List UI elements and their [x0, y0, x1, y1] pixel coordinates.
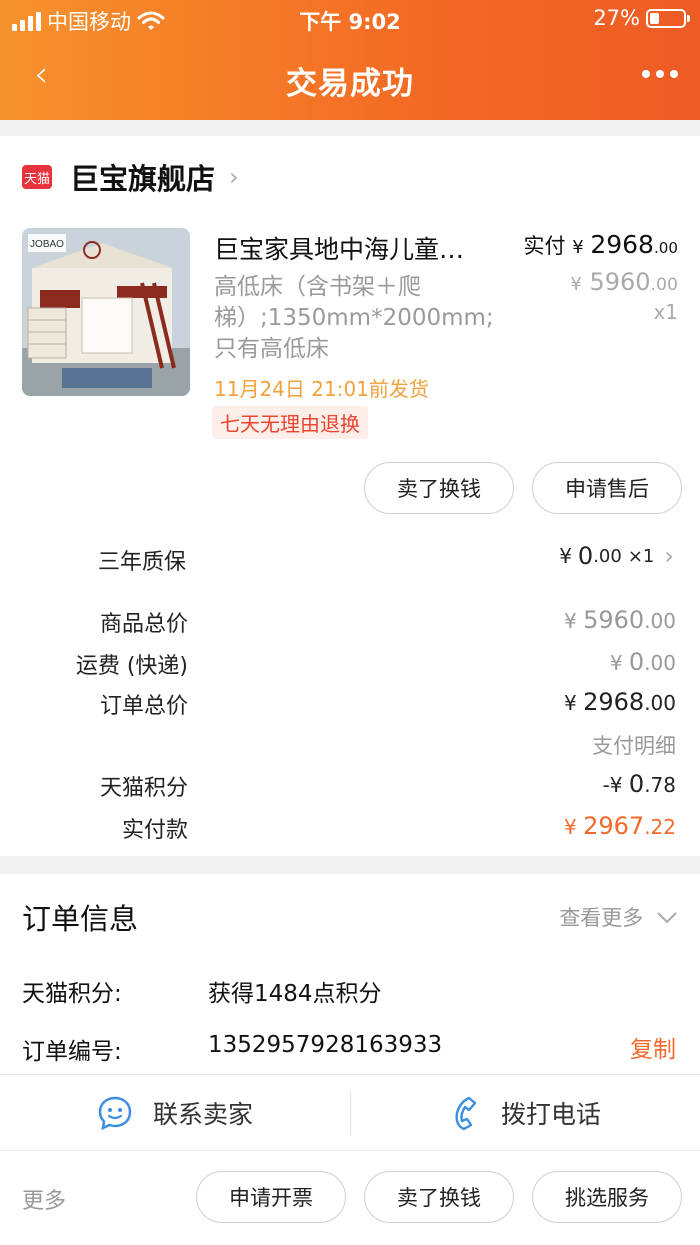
page-title: 交易成功 — [286, 66, 414, 102]
product-title[interactable]: 巨宝家具地中海儿童… — [214, 230, 494, 266]
goods-total-label: 商品总价 — [99, 612, 188, 637]
chevron-right-icon: › — [229, 163, 239, 191]
payment-detail-link[interactable]: 支付明细 — [592, 730, 676, 760]
shipping-value: ¥ 0.00 — [609, 648, 676, 676]
order-info-title: 订单信息 — [22, 902, 139, 936]
original-price: ¥ 5960.00 — [570, 268, 678, 296]
price-column: 实付 ¥ 2968.00 ¥ 5960.00 x1 — [524, 230, 678, 324]
actual-paid-value: ¥ 2967.22 — [564, 812, 676, 840]
paid-price: 实付 ¥ 2968.00 — [523, 230, 678, 259]
ship-date: 11月24日 21:01前发货 — [214, 377, 429, 401]
battery-icon — [646, 8, 690, 28]
more-button[interactable]: 更多 — [22, 1183, 66, 1215]
store-name: 巨宝旗舰店 — [70, 162, 216, 196]
brand-logo: JOBAO — [30, 239, 64, 250]
order-total-value: ¥ 2968.00 — [564, 688, 676, 716]
order-card: 天猫 巨宝旗舰店 › JOBAO 巨宝家具地中海儿童… 高低床（含书架＋爬梯）;… — [0, 136, 700, 856]
tmall-points-label: 天猫积分 — [99, 776, 188, 801]
points-key: 天猫积分: — [22, 981, 122, 1007]
bottom-action-bar: 更多 申请开票 卖了换钱 挑选服务 — [0, 1150, 700, 1245]
sell-for-cash-button[interactable]: 卖了换钱 — [364, 462, 514, 514]
order-total-label: 订单总价 — [99, 694, 188, 719]
select-service-button[interactable]: 挑选服务 — [532, 1171, 682, 1223]
shipping-label: 运费 (快递) — [75, 654, 188, 679]
after-sales-button[interactable]: 申请售后 — [532, 462, 682, 514]
tmall-logo-icon: 天猫 — [22, 165, 52, 189]
order-number-key: 订单编号: — [22, 1039, 122, 1065]
call-phone-button[interactable]: 拨打电话 — [350, 1075, 700, 1151]
warranty-label: 三年质保 — [97, 550, 186, 575]
header: 中国移动 下午 9:02 27% ‹ 交易成功 — [0, 0, 700, 120]
points-value: 获得1484点积分 — [208, 981, 382, 1007]
store-link[interactable]: 天猫 巨宝旗舰店 › — [22, 156, 239, 198]
battery-percent: 27% — [593, 6, 640, 30]
order-number-value: 1352957928163933 — [208, 1032, 443, 1058]
chevron-down-icon — [657, 912, 677, 924]
goods-total-value: ¥ 5960.00 — [564, 606, 676, 634]
more-options-icon[interactable] — [642, 60, 678, 88]
chat-bubble-icon — [98, 1096, 132, 1131]
return-policy-badge: 七天无理由退换 — [212, 406, 368, 439]
copy-order-number-button[interactable]: 复制 — [630, 1030, 676, 1064]
contact-seller-button[interactable]: 联系卖家 — [0, 1075, 350, 1151]
quantity: x1 — [653, 300, 678, 324]
contact-bar: 联系卖家 拨打电话 — [0, 1074, 700, 1150]
product-image[interactable]: JOBAO — [22, 228, 190, 396]
actual-paid-label: 实付款 — [121, 818, 188, 843]
order-info-section: 订单信息 查看更多 天猫积分: 获得1484点积分 订单编号: 13529579… — [0, 874, 700, 1074]
request-invoice-button[interactable]: 申请开票 — [196, 1171, 346, 1223]
phone-icon — [455, 1096, 477, 1131]
warranty-row[interactable]: ¥ 0.00 ×1 › — [559, 542, 674, 570]
tmall-points-value: -¥ 0.78 — [602, 770, 676, 798]
chevron-right-icon: › — [664, 542, 674, 570]
status-bar: 中国移动 下午 9:02 27% — [0, 0, 700, 40]
product-sku: 高低床（含书架＋爬梯）;1350mm*2000mm;只有高低床 — [214, 274, 494, 362]
sell-for-cash-bottom-button[interactable]: 卖了换钱 — [364, 1171, 514, 1223]
nav-bar: ‹ 交易成功 — [0, 48, 700, 108]
battery-status: 27% — [593, 6, 690, 30]
see-more-button[interactable]: 查看更多 — [559, 902, 678, 932]
